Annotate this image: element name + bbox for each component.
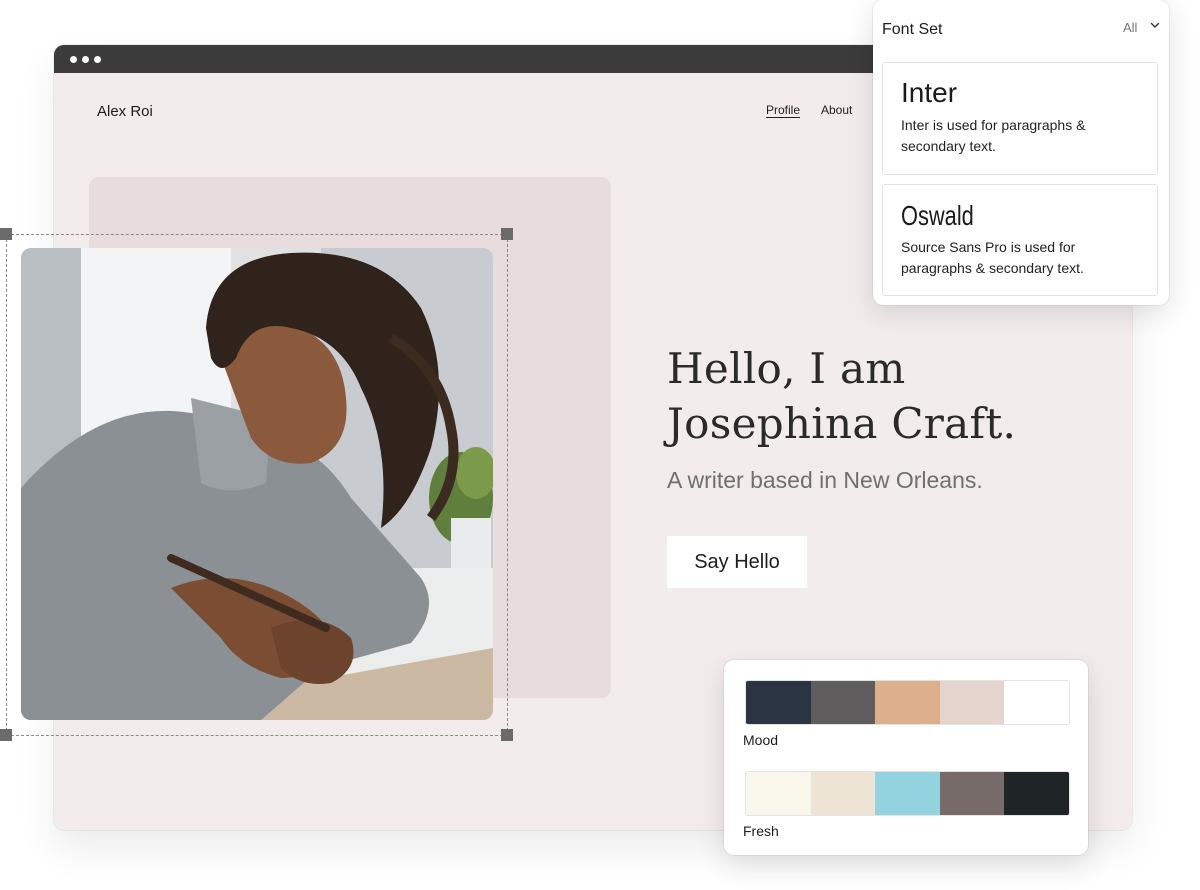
window-dot-icon[interactable]: [94, 56, 101, 63]
resize-handle-bottom-right[interactable]: [501, 729, 513, 741]
window-dot-icon[interactable]: [82, 56, 89, 63]
resize-handle-top-left[interactable]: [0, 228, 12, 240]
palette-name: Fresh: [743, 823, 779, 839]
resize-handle-bottom-left[interactable]: [0, 729, 12, 741]
nav-link-about[interactable]: About: [821, 103, 852, 117]
resize-handle-top-right[interactable]: [501, 228, 513, 240]
site-brand[interactable]: Alex Roi: [97, 103, 153, 120]
font-option-card[interactable]: Inter Inter is used for paragraphs & sec…: [882, 62, 1158, 175]
font-option-description: Inter is used for paragraphs & secondary…: [901, 117, 1086, 154]
font-option-card[interactable]: Oswald Source Sans Pro is used for parag…: [882, 184, 1158, 296]
color-swatch[interactable]: [1004, 772, 1069, 815]
color-swatch[interactable]: [746, 681, 811, 724]
color-swatch[interactable]: [875, 681, 940, 724]
color-palette-panel: Mood Fresh: [724, 660, 1088, 855]
color-swatch[interactable]: [810, 772, 876, 815]
color-swatch[interactable]: [746, 772, 811, 815]
font-option-description: Source Sans Pro is used for paragraphs &…: [901, 239, 1084, 276]
font-filter-dropdown[interactable]: All: [1123, 20, 1137, 35]
palette-mood-swatches[interactable]: [745, 680, 1070, 725]
font-option-name: Inter: [901, 77, 958, 108]
profile-photo[interactable]: [21, 248, 493, 720]
color-swatch[interactable]: [939, 772, 1005, 815]
font-set-title: Font Set: [882, 21, 943, 38]
nav-link-profile[interactable]: Profile: [766, 103, 800, 117]
color-swatch[interactable]: [939, 681, 1005, 724]
color-swatch[interactable]: [875, 772, 940, 815]
palette-name: Mood: [743, 732, 779, 748]
profile-photo-illustration: [21, 248, 493, 720]
palette-fresh-swatches[interactable]: [745, 771, 1070, 816]
hero-subtitle: A writer based in New Orleans.: [667, 467, 983, 493]
font-option-name: Oswald: [901, 200, 974, 231]
window-dot-icon[interactable]: [70, 56, 77, 63]
say-hello-button[interactable]: Say Hello: [667, 536, 807, 588]
color-swatch[interactable]: [1004, 681, 1069, 724]
hero-title: Hello, I am Josephina Craft.: [667, 344, 1017, 448]
chevron-down-icon[interactable]: [1149, 19, 1161, 31]
color-swatch[interactable]: [810, 681, 876, 724]
font-set-panel: Font Set All Inter Inter is used for par…: [873, 0, 1169, 305]
